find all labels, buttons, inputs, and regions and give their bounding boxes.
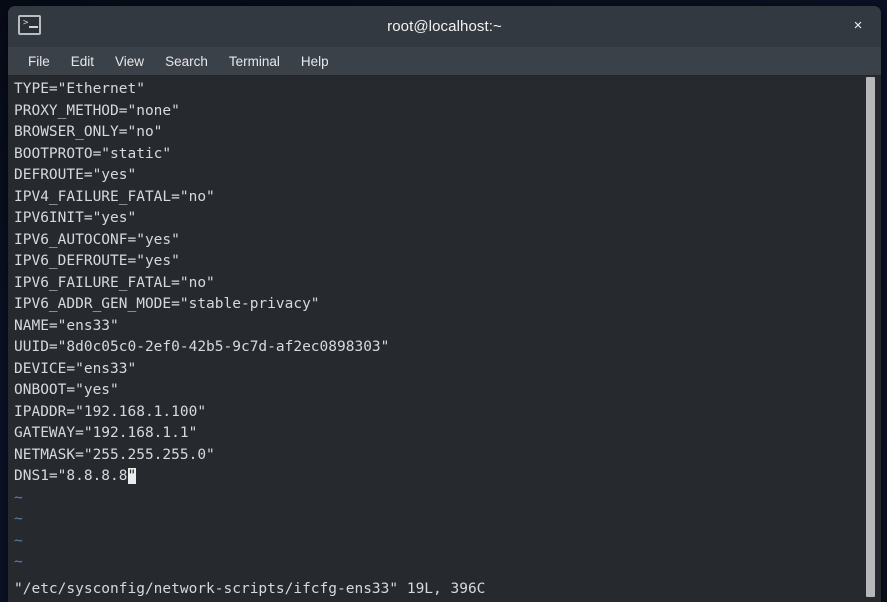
empty-line-marker: ~ xyxy=(14,489,23,506)
terminal-body[interactable]: TYPE="Ethernet" PROXY_METHOD="none" BROW… xyxy=(8,76,881,602)
editor-line: DEFROUTE="yes" xyxy=(14,167,137,183)
editor-line: UUID="8d0c05c0-2ef0-42b5-9c7d-af2ec08983… xyxy=(14,339,390,355)
terminal-window: > root@localhost:~ × File Edit View Sear… xyxy=(8,6,881,602)
editor-line: DEVICE="ens33" xyxy=(14,360,137,377)
editor-line: IPV6_FAILURE_FATAL="no" xyxy=(14,274,215,291)
editor-line: NETMASK="255.255.255.0" xyxy=(14,446,215,463)
editor-line: IPV6_DEFROUTE="yes" xyxy=(14,253,180,269)
editor-line: GATEWAY="192.168.1.1" xyxy=(14,425,198,441)
cursor-line-text: DNS1="8.8.8.8 xyxy=(14,468,128,484)
menu-bar: File Edit View Search Terminal Help xyxy=(8,47,881,76)
window-title: root@localhost:~ xyxy=(387,18,502,35)
empty-line-marker: ~ xyxy=(14,532,23,549)
editor-line: IPADDR="192.168.1.100" xyxy=(14,403,207,420)
editor-line-with-cursor: DNS1="8.8.8.8" xyxy=(14,466,859,488)
terminal-icon: > xyxy=(18,15,41,35)
terminal-icon-bar xyxy=(29,26,38,28)
menu-item-view[interactable]: View xyxy=(115,54,144,69)
menu-item-terminal[interactable]: Terminal xyxy=(229,54,280,69)
prompt-glyph: > xyxy=(23,18,29,28)
menu-item-edit[interactable]: Edit xyxy=(71,54,94,69)
editor-screen[interactable]: TYPE="Ethernet" PROXY_METHOD="none" BROW… xyxy=(14,79,859,602)
menu-item-file[interactable]: File xyxy=(28,54,50,69)
editor-line: ONBOOT="yes" xyxy=(14,382,119,398)
empty-line-marker: ~ xyxy=(14,511,23,527)
scrollbar-thumb[interactable] xyxy=(866,77,875,597)
editor-line: IPV6INIT="yes" xyxy=(14,210,137,226)
menu-item-search[interactable]: Search xyxy=(165,54,208,69)
editor-line: IPV6_AUTOCONF="yes" xyxy=(14,231,180,248)
editor-line: NAME="ens33" xyxy=(14,317,119,334)
close-icon[interactable]: × xyxy=(849,17,867,35)
editor-line: BROWSER_ONLY="no" xyxy=(14,124,163,140)
editor-line: PROXY_METHOD="none" xyxy=(14,102,180,119)
text-cursor: " xyxy=(127,468,137,484)
editor-line: IPV4_FAILURE_FATAL="no" xyxy=(14,188,215,205)
editor-status-line: "/etc/sysconfig/network-scripts/ifcfg-en… xyxy=(14,580,486,597)
scrollbar[interactable] xyxy=(864,76,877,602)
title-bar: > root@localhost:~ × xyxy=(8,6,881,47)
editor-line: TYPE="Ethernet" xyxy=(14,81,145,97)
editor-line: IPV6_ADDR_GEN_MODE="stable-privacy" xyxy=(14,296,320,312)
editor-line: BOOTPROTO="static" xyxy=(14,145,172,162)
empty-line-marker: ~ xyxy=(14,554,23,570)
menu-item-help[interactable]: Help xyxy=(301,54,329,69)
